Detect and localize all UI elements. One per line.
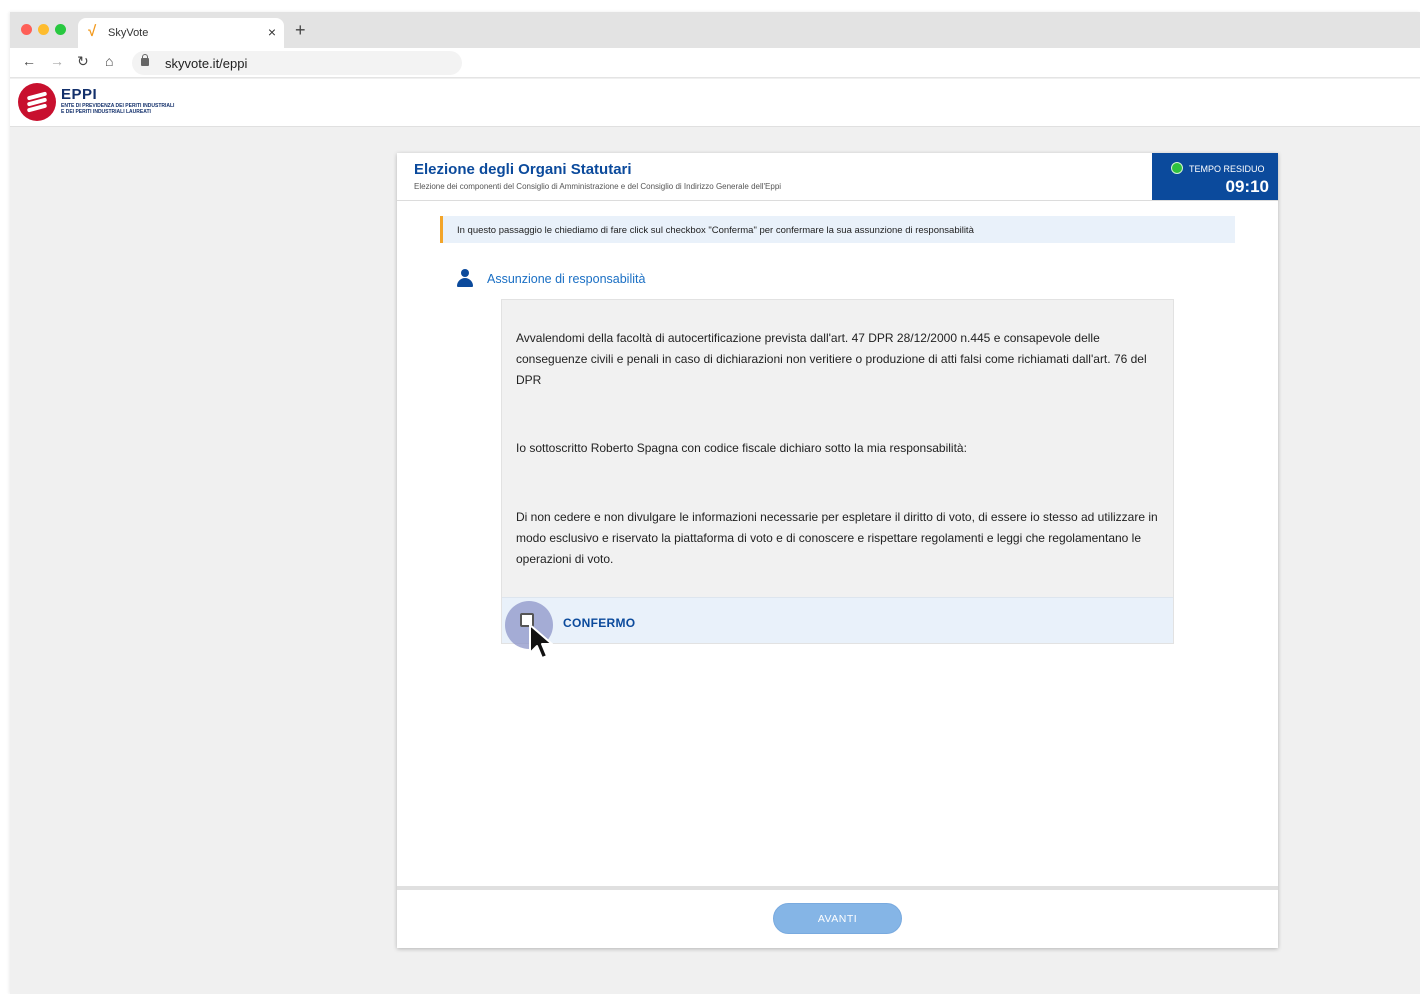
reload-icon[interactable]: ↻ [77, 53, 89, 70]
lock-icon [141, 54, 149, 66]
logo-name: EPPI [61, 86, 98, 103]
forward-arrow-icon[interactable]: → [50, 53, 64, 69]
declaration-paragraph: Io sottoscritto Roberto Spagna con codic… [516, 441, 967, 455]
logo-subtitle: ENTE DI PREVIDENZA DEI PERITI INDUSTRIAL… [61, 103, 175, 115]
browser-tab[interactable]: √ SkyVote × [78, 18, 284, 48]
eppi-logo-icon[interactable] [18, 83, 56, 121]
minimize-window-button[interactable] [38, 24, 49, 35]
card-footer: AVANTI [397, 890, 1278, 948]
voting-card: Elezione degli Organi Statutari Elezione… [397, 153, 1278, 948]
page-title: Elezione degli Organi Statutari [414, 161, 632, 178]
close-window-button[interactable] [21, 24, 32, 35]
next-button[interactable]: AVANTI [773, 903, 902, 934]
confirm-row[interactable]: CONFERMO [502, 597, 1173, 659]
confirm-label[interactable]: CONFERMO [563, 616, 635, 630]
status-dot-icon [1171, 162, 1183, 174]
back-arrow-icon[interactable]: ← [22, 53, 36, 69]
tab-bar: √ SkyVote × + [10, 12, 1420, 48]
url-text: skyvote.it/eppi [165, 56, 248, 71]
user-icon [457, 269, 473, 287]
section-title: Assunzione di responsabilità [487, 272, 646, 286]
browser-window: √ SkyVote × + ← → ↻ ⌂ skyvote.it/eppi EP… [10, 12, 1420, 994]
site-header: EPPI ENTE DI PREVIDENZA DEI PERITI INDUS… [10, 79, 1420, 127]
remaining-time-panel: TEMPO RESIDUO 09:10 [1152, 153, 1278, 200]
browser-toolbar: ← → ↻ ⌂ skyvote.it/eppi [10, 48, 1420, 78]
home-icon[interactable]: ⌂ [105, 53, 113, 69]
declaration-box: Avvalendomi della facoltà di autocertifi… [501, 299, 1174, 659]
mouse-cursor-icon [529, 624, 553, 659]
declaration-paragraph: Di non cedere e non divulgare le informa… [516, 510, 1158, 566]
timer-label: TEMPO RESIDUO [1189, 164, 1265, 174]
notice-text: In questo passaggio le chiediamo di fare… [457, 225, 974, 236]
tab-title: SkyVote [108, 27, 149, 39]
address-bar[interactable]: skyvote.it/eppi [132, 51, 462, 75]
maximize-window-button[interactable] [55, 24, 66, 35]
new-tab-icon[interactable]: + [295, 20, 306, 41]
timer-value: 09:10 [1225, 177, 1269, 196]
page-subtitle: Elezione dei componenti del Consiglio di… [414, 182, 782, 191]
header-divider [397, 200, 1278, 201]
skyvote-favicon-icon: √ [88, 23, 97, 40]
declaration-paragraph: Avvalendomi della facoltà di autocertifi… [516, 331, 1147, 387]
instruction-notice: In questo passaggio le chiediamo di fare… [440, 216, 1235, 243]
close-tab-icon[interactable]: × [268, 24, 276, 40]
